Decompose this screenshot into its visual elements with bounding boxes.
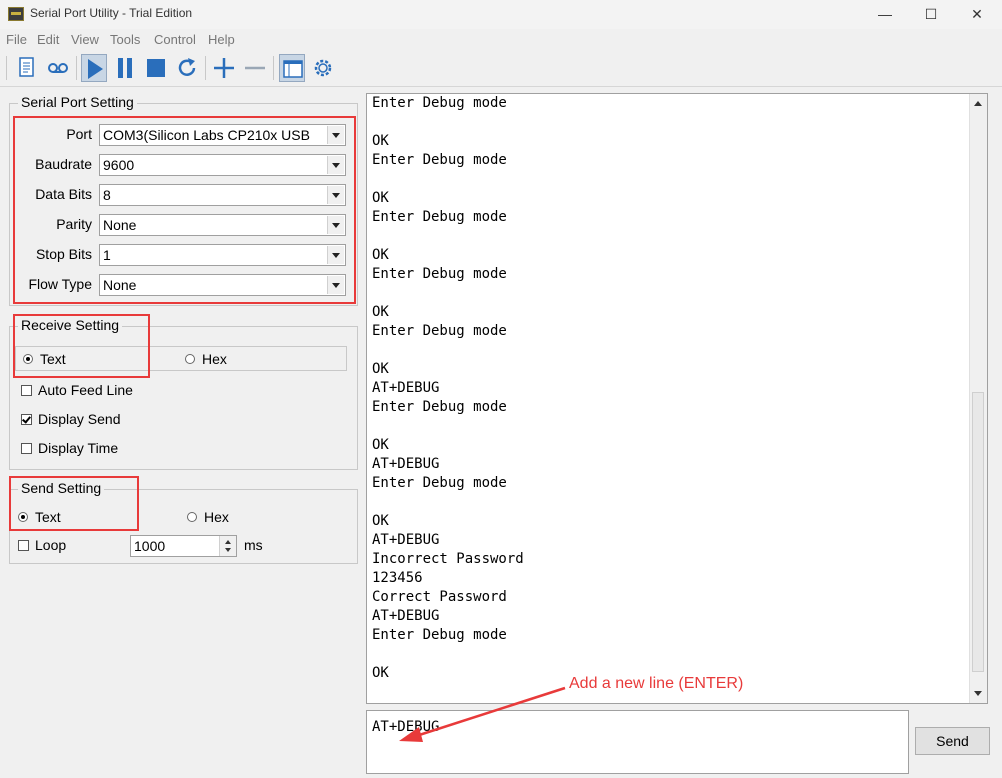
menu-control[interactable]: Control (154, 32, 196, 47)
maximize-button[interactable]: ☐ (908, 2, 954, 26)
annotation-text: Add a new line (ENTER) (569, 675, 744, 692)
terminal-line: Correct Password (372, 589, 507, 605)
terminal-line: AT+DEBUG (372, 456, 440, 472)
window-icon[interactable] (279, 54, 305, 82)
terminal-scrollbar[interactable] (969, 94, 987, 703)
menu-view[interactable]: View (71, 32, 99, 47)
loop-label: Loop (35, 537, 67, 553)
terminal-line: Enter Debug mode (372, 627, 507, 643)
scroll-down-icon[interactable] (972, 687, 984, 699)
serial-port-setting-title: Serial Port Setting (18, 94, 137, 110)
terminal-line: OK (372, 361, 389, 377)
terminal-line: Incorrect Password (372, 551, 524, 567)
terminal-line: Enter Debug mode (372, 475, 507, 491)
remove-icon[interactable] (242, 54, 268, 82)
loop-checkbox[interactable] (18, 540, 29, 551)
close-button[interactable]: ✕ (954, 2, 1000, 26)
toolbar-separator (6, 56, 7, 80)
display-send-checkbox[interactable] (21, 414, 32, 425)
loop-interval-unit: ms (244, 537, 263, 553)
menu-file[interactable]: File (6, 32, 27, 47)
terminal-line: Enter Debug mode (372, 209, 507, 225)
settings-icon[interactable] (310, 54, 336, 82)
auto-feed-line-label: Auto Feed Line (38, 382, 133, 398)
annotation-arrow-icon (399, 686, 566, 742)
terminal-line: OK (372, 190, 389, 206)
window-title: Serial Port Utility - Trial Edition (30, 6, 193, 20)
terminal-line: Enter Debug mode (372, 152, 507, 168)
terminal-line: OK (372, 437, 389, 453)
terminal-line: Enter Debug mode (372, 95, 507, 111)
record-icon[interactable] (45, 54, 71, 82)
loop-interval-stepper[interactable]: 1000 (130, 535, 237, 557)
stop-icon[interactable] (143, 54, 169, 82)
app-icon (8, 7, 24, 21)
menu-tools[interactable]: Tools (110, 32, 140, 47)
toolbar-separator (76, 56, 77, 80)
document-icon[interactable] (14, 54, 40, 82)
terminal-line: AT+DEBUG (372, 380, 440, 396)
highlight-send-setting (9, 476, 139, 531)
terminal-line: Enter Debug mode (372, 323, 507, 339)
toolbar-separator (205, 56, 206, 80)
scrollbar-thumb[interactable] (972, 392, 984, 672)
stepper-arrows-icon[interactable] (219, 536, 236, 556)
terminal-line: OK (372, 513, 389, 529)
send-hex-label: Hex (204, 509, 229, 525)
menu-bar: File Edit View Tools Control Help (0, 29, 1002, 49)
terminal-output: Enter Debug mode OK Enter Debug mode OK En… (372, 94, 524, 683)
display-time-checkbox[interactable] (21, 443, 32, 454)
auto-feed-line-checkbox[interactable] (21, 385, 32, 396)
toolbar (0, 50, 1002, 87)
terminal-line: 123456 (372, 570, 423, 586)
play-icon[interactable] (81, 54, 107, 82)
receive-hex-label: Hex (202, 351, 227, 367)
receive-hex-radio[interactable] (185, 354, 195, 364)
send-button[interactable]: Send (915, 727, 990, 755)
title-bar: Serial Port Utility - Trial Edition — ☐ … (0, 0, 1002, 29)
pause-icon[interactable] (112, 54, 138, 82)
toolbar-separator (273, 56, 274, 80)
terminal-line: AT+DEBUG (372, 608, 440, 624)
display-send-label: Display Send (38, 411, 121, 427)
send-hex-radio[interactable] (187, 512, 197, 522)
minimize-button[interactable]: — (862, 2, 908, 26)
highlight-receive-setting (13, 314, 150, 378)
menu-help[interactable]: Help (208, 32, 235, 47)
terminal-line: OK (372, 133, 389, 149)
terminal-line: OK (372, 247, 389, 263)
terminal-line: OK (372, 304, 389, 320)
terminal-line: AT+DEBUG (372, 532, 440, 548)
loop-interval-value: 1000 (134, 538, 166, 554)
terminal-line: OK (372, 665, 389, 681)
receive-terminal[interactable]: Enter Debug mode OK Enter Debug mode OK En… (366, 93, 988, 704)
scroll-up-icon[interactable] (972, 98, 984, 110)
display-time-label: Display Time (38, 440, 119, 456)
terminal-line: Enter Debug mode (372, 266, 507, 282)
terminal-line: Enter Debug mode (372, 399, 507, 415)
highlight-serial-settings (13, 116, 356, 304)
refresh-icon[interactable] (174, 54, 200, 82)
add-icon[interactable] (211, 54, 237, 82)
menu-edit[interactable]: Edit (37, 32, 59, 47)
